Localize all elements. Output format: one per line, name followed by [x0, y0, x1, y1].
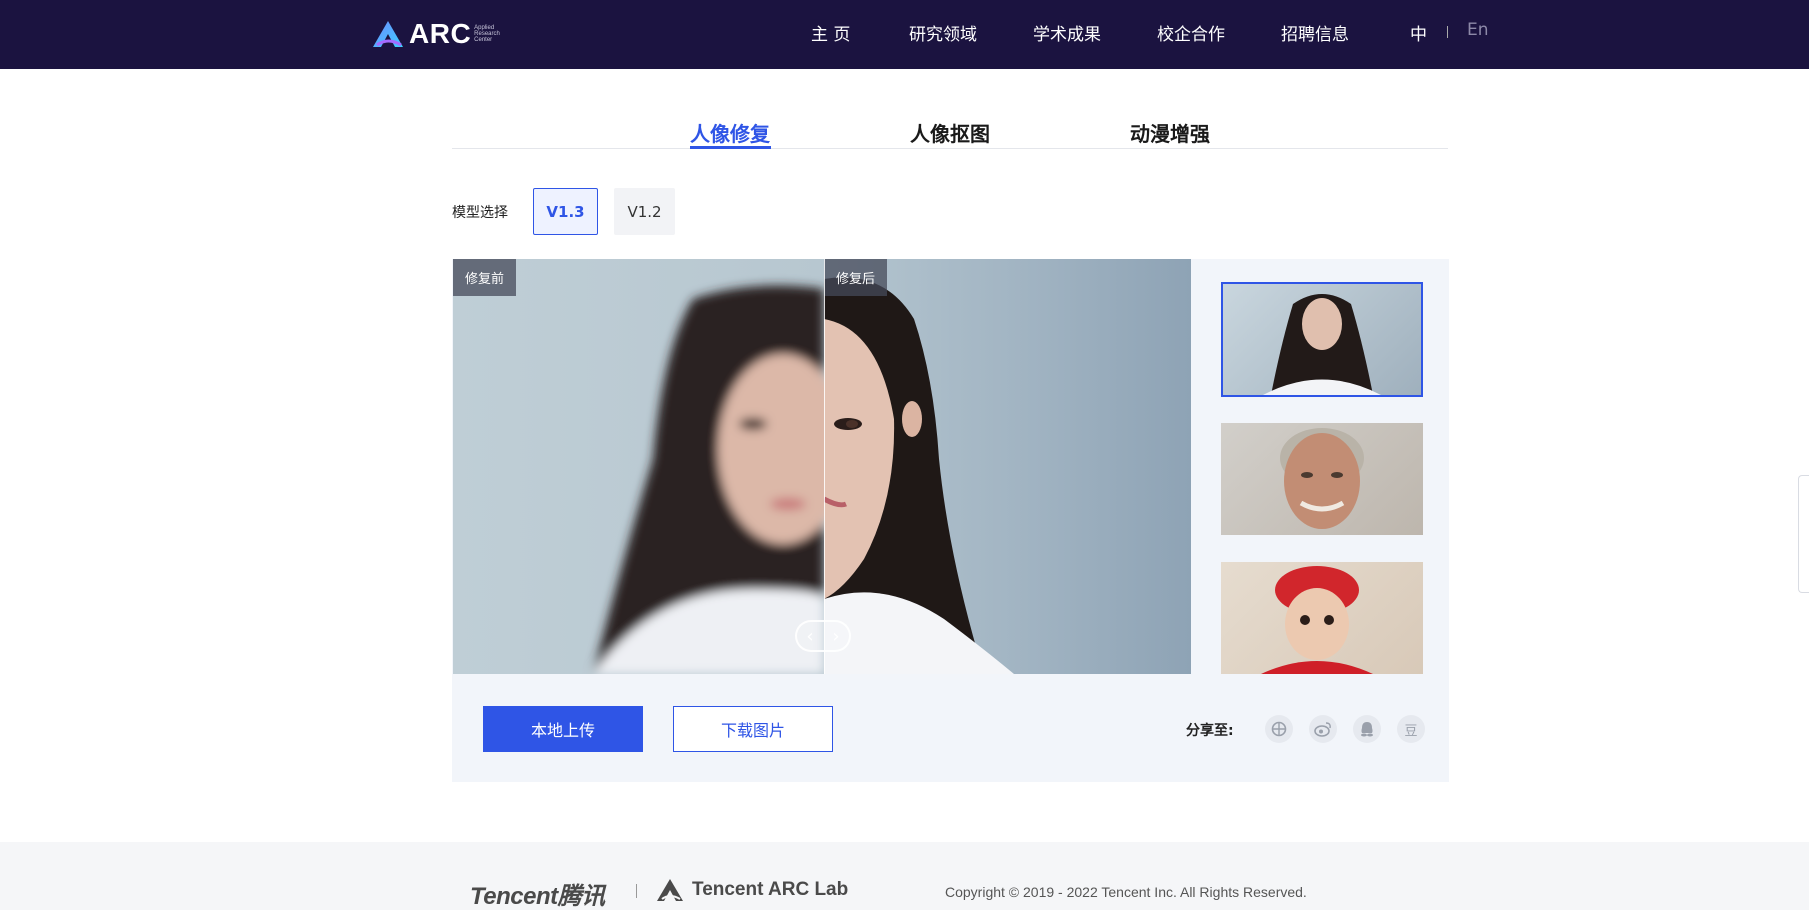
footer — [0, 842, 1809, 910]
thumbnail-woman-illustration — [1263, 294, 1381, 395]
arc-logo-icon — [373, 21, 403, 47]
copyright-text: Copyright © 2019 - 2022 Tencent Inc. All… — [945, 884, 1307, 900]
sample-thumbnail-baby[interactable] — [1221, 562, 1423, 674]
nav-item-publications[interactable]: 学术成果 — [1033, 20, 1101, 45]
thumbnail-baby-illustration — [1261, 566, 1373, 674]
share-label: 分享至: — [1186, 723, 1234, 739]
before-portrait-illustration — [593, 285, 848, 674]
logo-subtitle: Applied Research Center — [474, 25, 500, 43]
model-option-v12[interactable]: V1.2 — [614, 188, 675, 235]
nav-item-home[interactable]: 主 页 — [811, 20, 850, 45]
after-image: 修复后 — [822, 259, 1191, 674]
logo-text: ARC — [409, 18, 472, 49]
nav-item-cooperation[interactable]: 校企合作 — [1157, 20, 1225, 45]
after-portrait-illustration — [822, 277, 1014, 674]
comparison-viewer[interactable]: 修复前 修复后 ‹ › — [453, 259, 1191, 674]
logo-sub-line: Center — [474, 37, 493, 43]
moments-glyph — [1271, 721, 1287, 737]
douban-icon[interactable]: 豆 — [1397, 715, 1425, 743]
comparison-slider-handle[interactable]: ‹ › — [795, 620, 851, 652]
footer-separator — [636, 884, 637, 898]
tab-anime-enhance[interactable]: 动漫增强 — [1130, 118, 1210, 147]
moments-icon[interactable] — [1265, 715, 1293, 743]
lang-separator — [1447, 26, 1448, 38]
top-navigation-bar: ARC Applied Research Center 主 页 研究领域 学术成… — [0, 0, 1809, 69]
model-option-v13[interactable]: V1.3 — [533, 188, 598, 235]
upload-local-button[interactable]: 本地上传 — [483, 706, 643, 752]
chevron-left-icon: ‹ — [806, 625, 814, 647]
before-image: 修复前 — [453, 259, 848, 674]
nav-item-research[interactable]: 研究领域 — [909, 20, 977, 45]
tab-portrait-restore[interactable]: 人像修复 — [690, 118, 770, 147]
sample-thumbnail-old-man[interactable] — [1221, 423, 1423, 535]
nav-item-jobs[interactable]: 招聘信息 — [1281, 20, 1349, 45]
weibo-glyph — [1314, 722, 1331, 737]
douban-glyph: 豆 — [1404, 723, 1418, 739]
qq-icon[interactable] — [1353, 715, 1381, 743]
lang-zh[interactable]: 中 — [1410, 20, 1427, 45]
chevron-right-icon: › — [832, 625, 840, 647]
active-tab-indicator — [690, 146, 771, 149]
side-float-tab[interactable] — [1798, 475, 1809, 593]
download-image-button[interactable]: 下载图片 — [673, 706, 833, 752]
thumbnail-old-man-illustration — [1280, 428, 1364, 529]
feature-tabs: 人像修复 人像抠图 动漫增强 — [452, 110, 1448, 149]
tencent-arc-lab-logo: Tencent ARC Lab — [656, 878, 848, 902]
tencent-logo: Tencent腾讯 — [470, 883, 605, 910]
sample-thumbnail-woman[interactable] — [1221, 282, 1423, 397]
before-badge: 修复前 — [453, 259, 517, 296]
after-badge: 修复后 — [824, 259, 888, 296]
tab-portrait-matting[interactable]: 人像抠图 — [910, 118, 990, 147]
comparison-divider — [824, 259, 825, 674]
qq-glyph — [1361, 722, 1373, 737]
arc-logo[interactable]: ARC Applied Research Center — [371, 12, 500, 56]
model-select-label: 模型选择 — [452, 205, 508, 221]
lang-en[interactable]: En — [1467, 20, 1489, 40]
arc-lab-icon — [657, 879, 683, 901]
arc-lab-text: Tencent ARC Lab — [692, 879, 849, 900]
weibo-icon[interactable] — [1309, 715, 1337, 743]
